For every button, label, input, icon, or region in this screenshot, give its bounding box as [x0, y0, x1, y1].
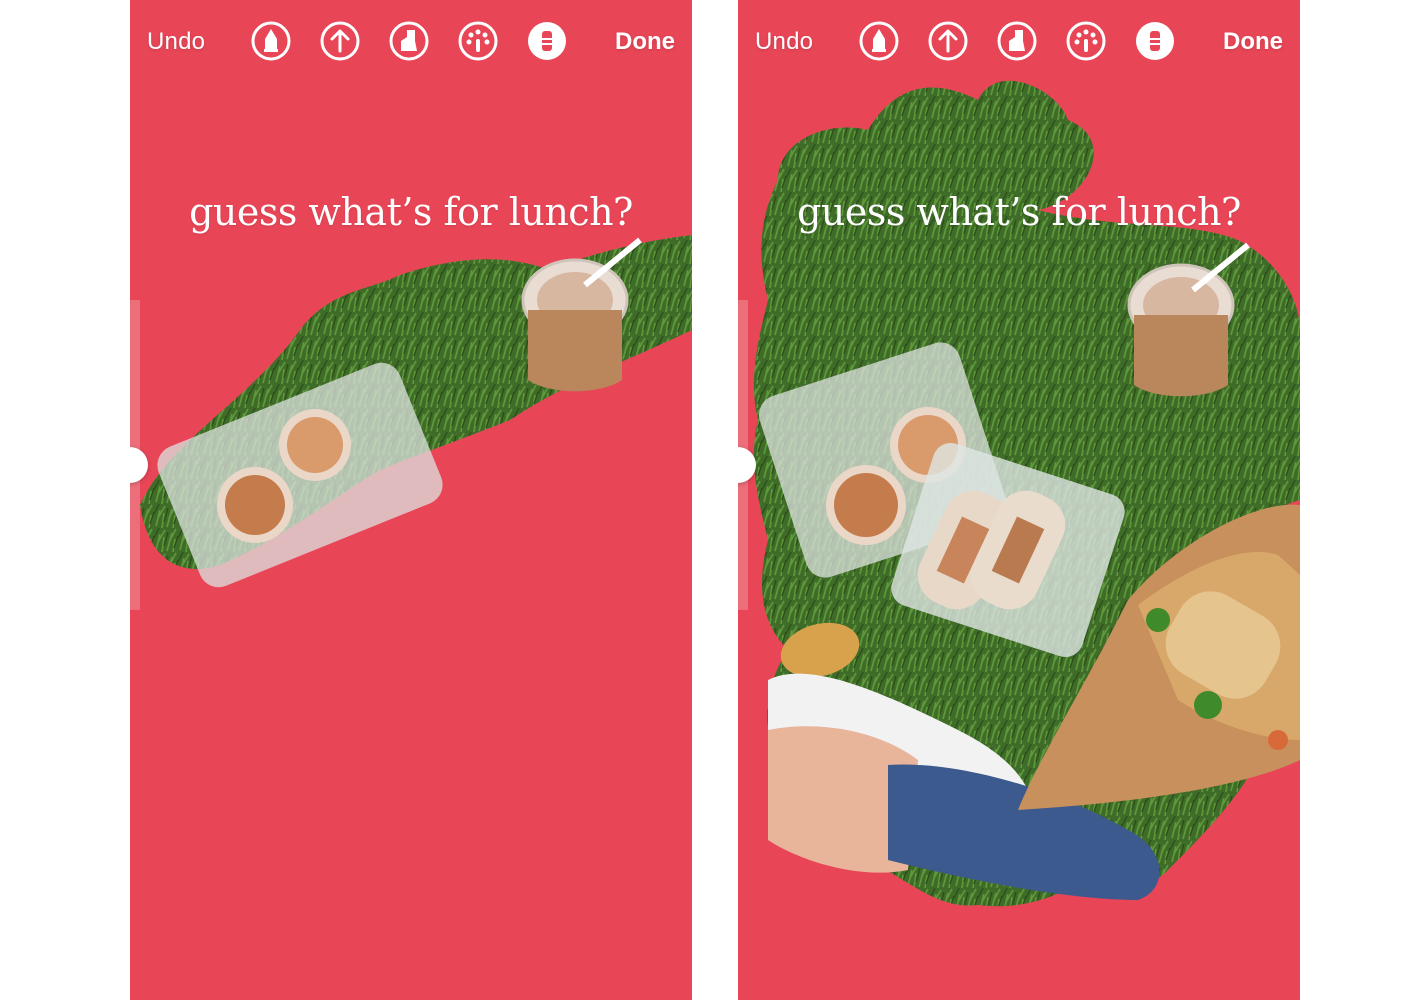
marker-pen-icon[interactable]: [859, 21, 899, 61]
erased-photo-reveal: [753, 80, 1300, 907]
eraser-icon[interactable]: [1135, 21, 1175, 61]
highlighter-icon[interactable]: [997, 21, 1037, 61]
done-button[interactable]: Done: [1223, 28, 1283, 56]
undo-button[interactable]: Undo: [755, 28, 813, 56]
drawing-toolbar: Undo Done: [738, 0, 1300, 86]
story-editor-screen-right: Undo Done guess what’s for lunch?: [738, 0, 1300, 1000]
undo-button[interactable]: Undo: [147, 28, 205, 56]
story-editor-screen-left: Undo Done guess what’s for lunch?: [130, 0, 692, 1000]
story-caption-text: guess what’s for lunch?: [797, 190, 1241, 234]
arrow-pen-icon[interactable]: [928, 21, 968, 61]
color-palette-icon[interactable]: [1066, 21, 1106, 61]
story-caption-text: guess what’s for lunch?: [189, 190, 633, 234]
highlighter-icon[interactable]: [389, 21, 429, 61]
drawing-toolbar: Undo Done: [130, 0, 692, 86]
marker-pen-icon[interactable]: [251, 21, 291, 61]
arrow-pen-icon[interactable]: [320, 21, 360, 61]
done-button[interactable]: Done: [615, 28, 675, 56]
color-palette-icon[interactable]: [458, 21, 498, 61]
eraser-icon[interactable]: [527, 21, 567, 61]
erased-photo-reveal: [140, 235, 692, 588]
